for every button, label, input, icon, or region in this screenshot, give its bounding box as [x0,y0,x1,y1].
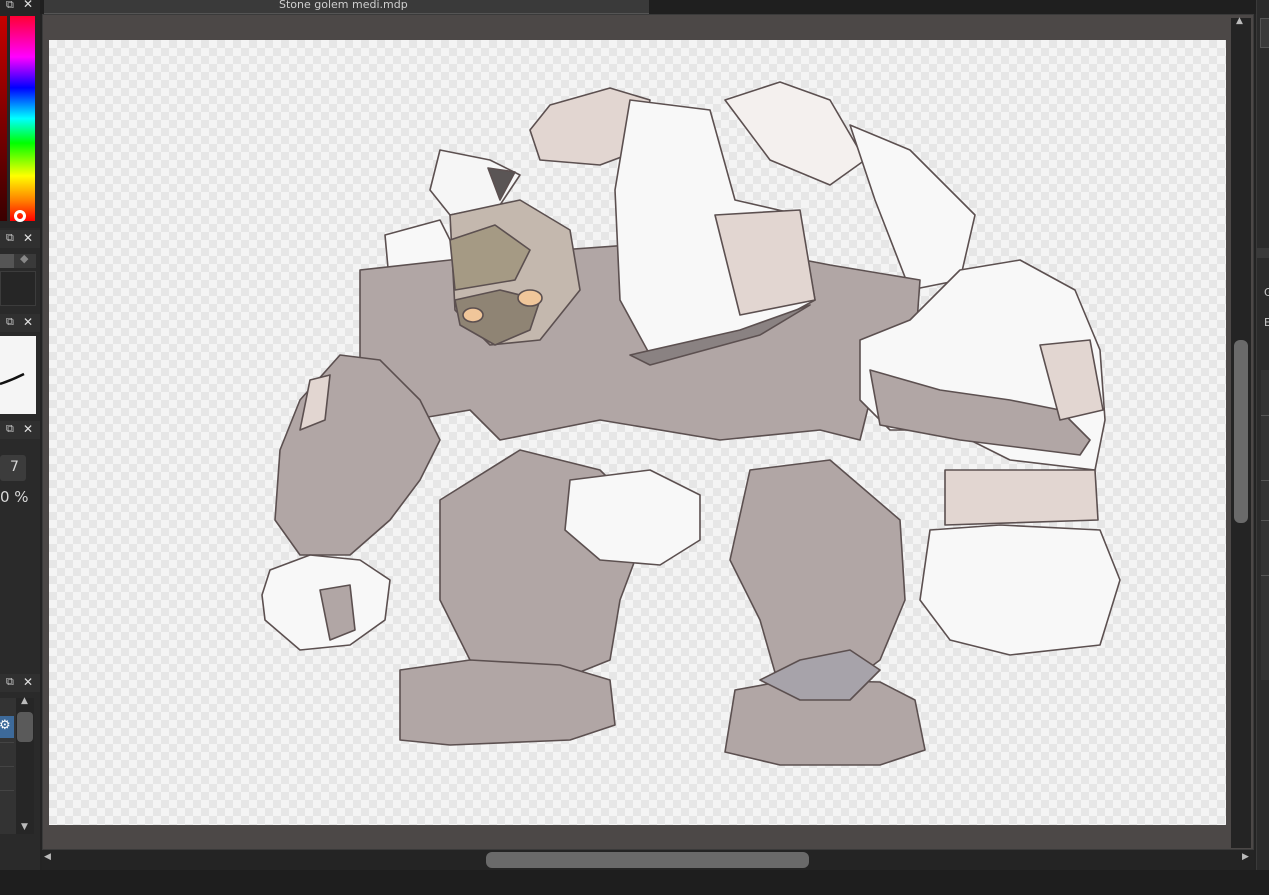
slider-diamond-icon[interactable]: ◆ [20,252,28,265]
arrow-right-icon[interactable]: ▶ [1242,852,1249,862]
dock-icon[interactable]: ⧉ [6,422,14,436]
panel-2-header: ⧉ ✕ [0,230,40,248]
brush-size-field[interactable]: 7 [0,455,26,481]
opacity-value: 0 % [0,488,29,506]
arrow-up-icon[interactable]: ▲ [21,696,28,706]
color-panel: ⧉ ✕ [0,0,40,228]
close-icon[interactable]: ✕ [23,422,33,436]
dock-icon[interactable]: ⧉ [6,231,14,245]
right-label-g: G [1264,286,1269,299]
horizontal-scrollbar-thumb[interactable] [486,852,809,868]
dock-icon[interactable]: ⧉ [6,675,14,689]
brush-preview [0,336,36,414]
hue-handle-icon[interactable] [14,210,26,222]
arrow-left-icon[interactable]: ◀ [44,852,51,862]
canvas[interactable] [49,40,1226,825]
list-item[interactable] [1261,415,1269,416]
dock-icon[interactable]: ⧉ [6,0,14,12]
arrow-down-icon[interactable]: ▼ [21,822,28,832]
panel-4-header: ⧉ ✕ [0,421,40,439]
list-item[interactable] [1261,480,1269,481]
document-tab[interactable]: Stone golem medi.mdp [44,0,649,14]
vertical-scrollbar[interactable]: ▲ [1231,16,1251,848]
dock-icon[interactable]: ⧉ [6,315,14,329]
hue-slider[interactable] [10,16,35,221]
layer-scrollbar-thumb[interactable] [17,712,33,742]
close-icon[interactable]: ✕ [23,315,33,329]
list-item[interactable] [1261,520,1269,521]
close-icon[interactable]: ✕ [23,0,33,11]
right-button[interactable] [1260,18,1269,48]
layer-list: ⚙ [0,698,16,834]
status-bar [0,870,1269,895]
layer-row[interactable] [0,790,14,813]
list-item[interactable] [1261,575,1269,576]
panel-3-header: ⧉ ✕ [0,314,40,332]
golem-artwork [261,81,1121,766]
right-label-e: E [1264,316,1269,329]
layer-row[interactable] [0,742,14,765]
panel-5-header: ⧉ ✕ [0,674,40,692]
document-tab-title: Stone golem medi.mdp [279,0,408,11]
horizontal-scrollbar[interactable]: ◀ ▶ [42,850,1254,870]
gear-icon[interactable]: ⚙ [0,718,11,733]
panel-2-slider[interactable]: ◆ [0,252,36,268]
right-dock: G E [1256,0,1269,870]
color-saturation-strip[interactable] [0,16,7,221]
brush-size-value: 7 [10,459,19,475]
layer-row[interactable]: ⚙ [0,716,14,738]
close-icon[interactable]: ✕ [23,231,33,245]
right-list [1261,370,1269,680]
arrow-up-icon[interactable]: ▲ [1236,16,1243,26]
panel-2-box [0,271,36,306]
vertical-scrollbar-thumb[interactable] [1234,340,1248,523]
layer-scrollbar[interactable]: ▲ ▼ [16,696,34,834]
layer-row[interactable] [0,766,14,789]
close-icon[interactable]: ✕ [23,675,33,689]
